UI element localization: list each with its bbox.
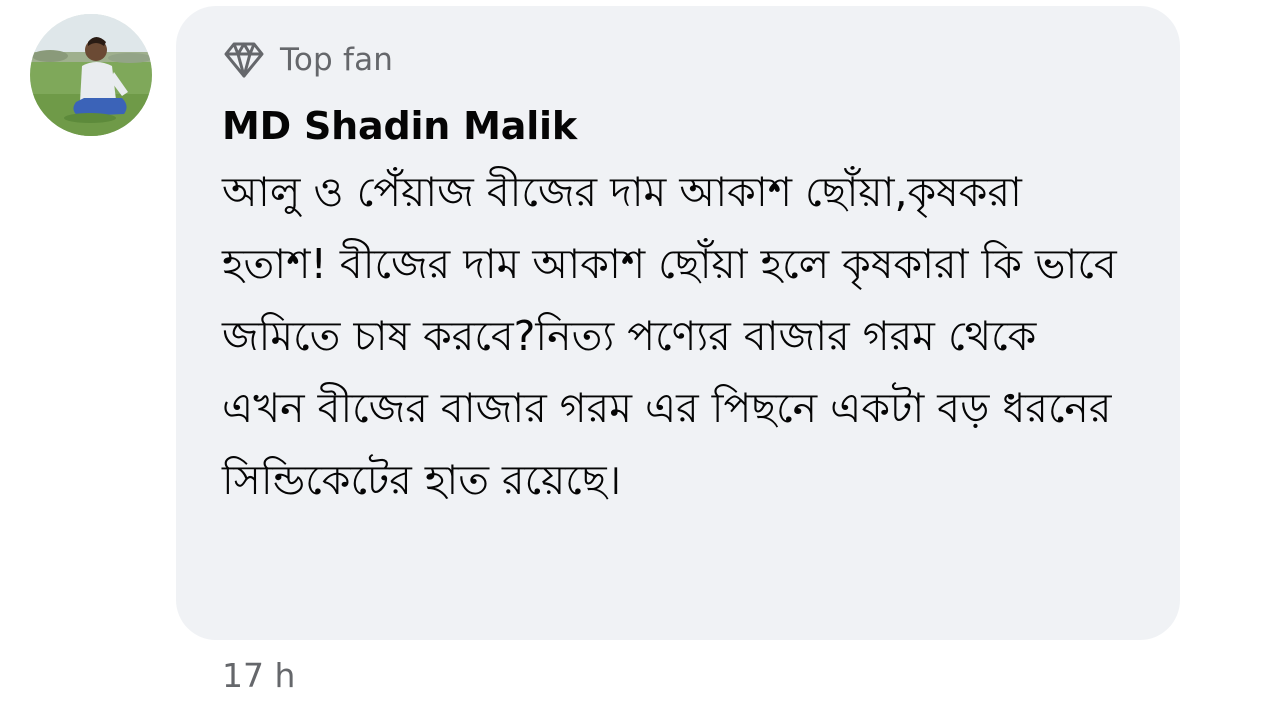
author-name[interactable]: MD Shadin Malik — [222, 102, 1140, 150]
diamond-icon — [222, 40, 266, 80]
avatar-photo — [30, 14, 152, 136]
comment-text: আলু ও পেঁয়াজ বীজের দাম আকাশ ছোঁয়া,কৃষক… — [222, 168, 1117, 504]
top-fan-badge[interactable]: Top fan — [222, 38, 1140, 82]
avatar[interactable] — [30, 14, 152, 136]
comment: Top fan MD Shadin Malik আলু ও পেঁয়াজ বী… — [0, 0, 1280, 720]
comment-bubble: Top fan MD Shadin Malik আলু ও পেঁয়াজ বী… — [176, 6, 1180, 640]
badge-label: Top fan — [280, 42, 394, 78]
comment-timestamp[interactable]: 17 h — [222, 656, 295, 695]
